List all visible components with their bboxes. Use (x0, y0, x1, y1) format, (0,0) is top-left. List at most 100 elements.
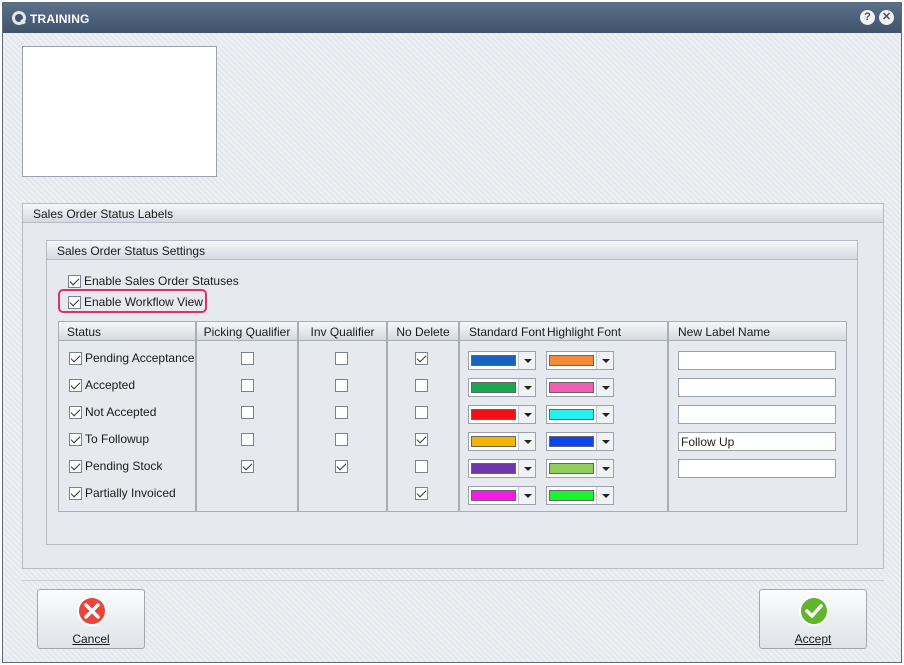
enable-statuses-checkbox[interactable] (68, 275, 81, 289)
training-window: TRAINING ? ✕ Sales Order Status Labels S… (2, 2, 902, 663)
status-enabled-checkbox[interactable] (69, 352, 82, 366)
color-swatch (471, 490, 516, 501)
inv-qualifier-checkbox[interactable] (335, 460, 348, 473)
status-enabled-checkbox[interactable] (69, 406, 82, 420)
chevron-down-icon[interactable] (596, 406, 613, 423)
status-name-label: Pending Stock (85, 459, 163, 473)
accept-button[interactable]: Accept (759, 589, 867, 649)
inv-qualifier-checkbox[interactable] (335, 379, 348, 392)
color-swatch (549, 490, 594, 501)
status-enabled-checkbox[interactable] (69, 487, 82, 501)
enable-workflow-checkbox[interactable] (68, 296, 81, 310)
no-delete-checkbox[interactable] (415, 460, 428, 473)
new-label-input[interactable] (678, 405, 836, 424)
status-cell[interactable]: To Followup (69, 432, 149, 452)
highlight-font-color-picker[interactable] (546, 378, 614, 397)
status-labels-panel-title: Sales Order Status Labels (23, 204, 883, 223)
new-label-input[interactable] (678, 378, 836, 397)
no-delete-column-header: No Delete (388, 322, 458, 341)
status-name-label: To Followup (85, 432, 150, 446)
status-name-label: Pending Acceptance (85, 351, 195, 365)
status-column-header: Status (59, 322, 195, 341)
title-bar: TRAINING ? ✕ (3, 3, 901, 33)
status-enabled-checkbox[interactable] (69, 460, 82, 474)
new-label-input[interactable] (678, 432, 836, 451)
picking-qualifier-checkbox[interactable] (241, 460, 254, 473)
highlight-font-color-picker[interactable] (546, 459, 614, 478)
cancel-button[interactable]: Cancel (37, 589, 145, 649)
image-placeholder (22, 46, 217, 177)
standard-font-color-picker[interactable] (468, 405, 536, 424)
status-cell[interactable]: Pending Acceptance (69, 351, 194, 371)
inv-qualifier-checkbox[interactable] (335, 352, 348, 365)
enable-workflow-label: Enable Workflow View (84, 295, 203, 309)
chevron-down-icon[interactable] (518, 379, 535, 396)
enable-workflow-option[interactable]: Enable Workflow View (68, 295, 203, 310)
color-swatch (471, 409, 516, 420)
no-delete-checkbox[interactable] (415, 406, 428, 419)
close-button[interactable]: ✕ (879, 10, 894, 25)
color-swatch (549, 355, 594, 366)
picking-qualifier-checkbox[interactable] (241, 433, 254, 446)
picking-qualifier-checkbox[interactable] (241, 406, 254, 419)
standard-font-color-picker[interactable] (468, 378, 536, 397)
status-cell[interactable]: Accepted (69, 378, 135, 398)
status-name-label: Partially Invoiced (85, 486, 176, 500)
standard-font-color-picker[interactable] (468, 351, 536, 370)
standard-font-color-picker[interactable] (468, 459, 536, 478)
accept-check-icon (799, 596, 829, 626)
no-delete-checkbox[interactable] (415, 433, 428, 446)
chevron-down-icon[interactable] (518, 406, 535, 423)
new-label-input[interactable] (678, 459, 836, 478)
highlight-font-color-picker[interactable] (546, 405, 614, 424)
chevron-down-icon[interactable] (596, 352, 613, 369)
chevron-down-icon[interactable] (518, 487, 535, 504)
highlight-font-color-picker[interactable] (546, 351, 614, 370)
picking-qualifier-checkbox[interactable] (241, 352, 254, 365)
cancel-x-icon (77, 596, 107, 626)
color-swatch (471, 355, 516, 366)
picking-column-header: Picking Qualifier (197, 322, 297, 341)
color-swatch (549, 382, 594, 393)
status-name-label: Not Accepted (85, 405, 157, 419)
chevron-down-icon[interactable] (596, 433, 613, 450)
status-labels-panel: Sales Order Status Labels Sales Order St… (22, 203, 884, 569)
highlight-font-header: Highlight Font (547, 325, 622, 339)
inv-qualifier-checkbox[interactable] (335, 433, 348, 446)
cancel-button-label: Cancel (72, 632, 110, 646)
chevron-down-icon[interactable] (518, 352, 535, 369)
chevron-down-icon[interactable] (518, 460, 535, 477)
highlight-font-color-picker[interactable] (546, 486, 614, 505)
app-logo-icon (12, 11, 26, 25)
enable-statuses-option[interactable]: Enable Sales Order Statuses (68, 274, 239, 289)
status-cell[interactable]: Not Accepted (69, 405, 156, 425)
chevron-down-icon[interactable] (596, 487, 613, 504)
inv-qualifier-checkbox[interactable] (335, 406, 348, 419)
status-grid: Status Picking Qualifier Inv Qualifier N… (58, 321, 847, 512)
font-column-header: Standard Font Highlight Font (460, 322, 667, 341)
status-enabled-checkbox[interactable] (69, 379, 82, 393)
picking-qualifier-checkbox[interactable] (241, 379, 254, 392)
chevron-down-icon[interactable] (596, 379, 613, 396)
chevron-down-icon[interactable] (596, 460, 613, 477)
inv-column-header: Inv Qualifier (299, 322, 386, 341)
status-cell[interactable]: Pending Stock (69, 459, 162, 479)
new-label-column-header: New Label Name (669, 322, 846, 341)
standard-font-color-picker[interactable] (468, 486, 536, 505)
highlight-font-color-picker[interactable] (546, 432, 614, 451)
window-title: TRAINING (30, 12, 90, 26)
no-delete-checkbox[interactable] (415, 352, 428, 365)
new-label-input[interactable] (678, 351, 836, 370)
help-button[interactable]: ? (860, 10, 875, 25)
status-cell[interactable]: Partially Invoiced (69, 486, 176, 506)
no-delete-checkbox[interactable] (415, 379, 428, 392)
color-swatch (549, 463, 594, 474)
chevron-down-icon[interactable] (518, 433, 535, 450)
status-settings-panel: Sales Order Status Settings Enable Sales… (46, 240, 858, 545)
no-delete-checkbox[interactable] (415, 487, 428, 500)
status-name-label: Accepted (85, 378, 136, 392)
standard-font-color-picker[interactable] (468, 432, 536, 451)
status-enabled-checkbox[interactable] (69, 433, 82, 447)
footer-divider (22, 580, 884, 581)
status-settings-panel-title: Sales Order Status Settings (47, 241, 857, 260)
